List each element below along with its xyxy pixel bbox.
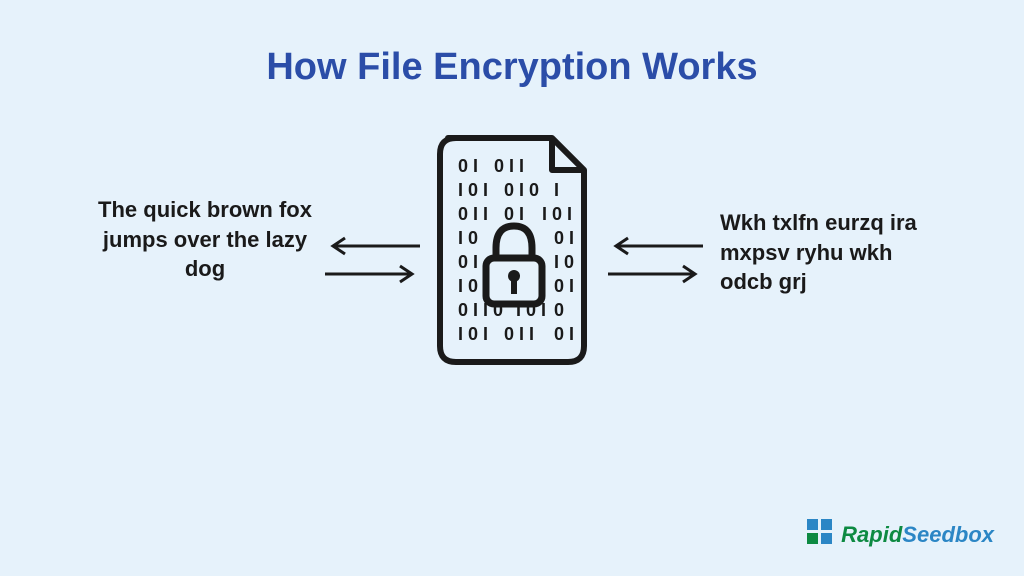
- arrow-right-icon: [325, 264, 420, 284]
- plaintext-label: The quick brown fox jumps over the lazy …: [90, 195, 320, 284]
- logo-text: RapidSeedbox: [841, 522, 994, 548]
- svg-text:0 I I: 0 I I: [494, 156, 524, 176]
- svg-text:0 I: 0 I: [458, 156, 478, 176]
- svg-text:0 I: 0 I: [554, 324, 574, 344]
- page-title: How File Encryption Works: [0, 46, 1024, 89]
- svg-text:I 0 I: I 0 I: [458, 180, 488, 200]
- svg-text:I 0 I: I 0 I: [542, 204, 572, 224]
- svg-text:0 I I: 0 I I: [504, 324, 534, 344]
- svg-text:0 I: 0 I: [554, 276, 574, 296]
- svg-text:0 I: 0 I: [458, 252, 478, 272]
- svg-text:0 I 0: 0 I 0: [504, 180, 539, 200]
- logo-seedbox: Seedbox: [902, 522, 994, 547]
- ciphertext-label: Wkh txlfn eurzq ira mxpsv ryhu wkh odcb …: [720, 208, 940, 297]
- svg-text:0: 0: [554, 300, 564, 320]
- svg-text:I 0 I: I 0 I: [458, 324, 488, 344]
- svg-text:0 I: 0 I: [504, 204, 524, 224]
- brand-logo: RapidSeedbox: [805, 517, 994, 552]
- logo-rapid: Rapid: [841, 522, 902, 547]
- lock-icon: [486, 226, 542, 304]
- logo-mark-icon: [805, 517, 835, 552]
- svg-text:I 0: I 0: [458, 228, 478, 248]
- svg-text:0 I I: 0 I I: [458, 204, 488, 224]
- arrow-left-icon: [608, 236, 703, 256]
- arrow-right-icon: [608, 264, 703, 284]
- encrypted-file-icon: 0 I0 I I I 0 I0 I 0I 0 I I0 II 0 I I 00 …: [424, 130, 604, 370]
- svg-text:I: I: [554, 180, 559, 200]
- svg-text:0 I: 0 I: [554, 228, 574, 248]
- svg-text:I 0: I 0: [554, 252, 574, 272]
- arrow-left-icon: [325, 236, 420, 256]
